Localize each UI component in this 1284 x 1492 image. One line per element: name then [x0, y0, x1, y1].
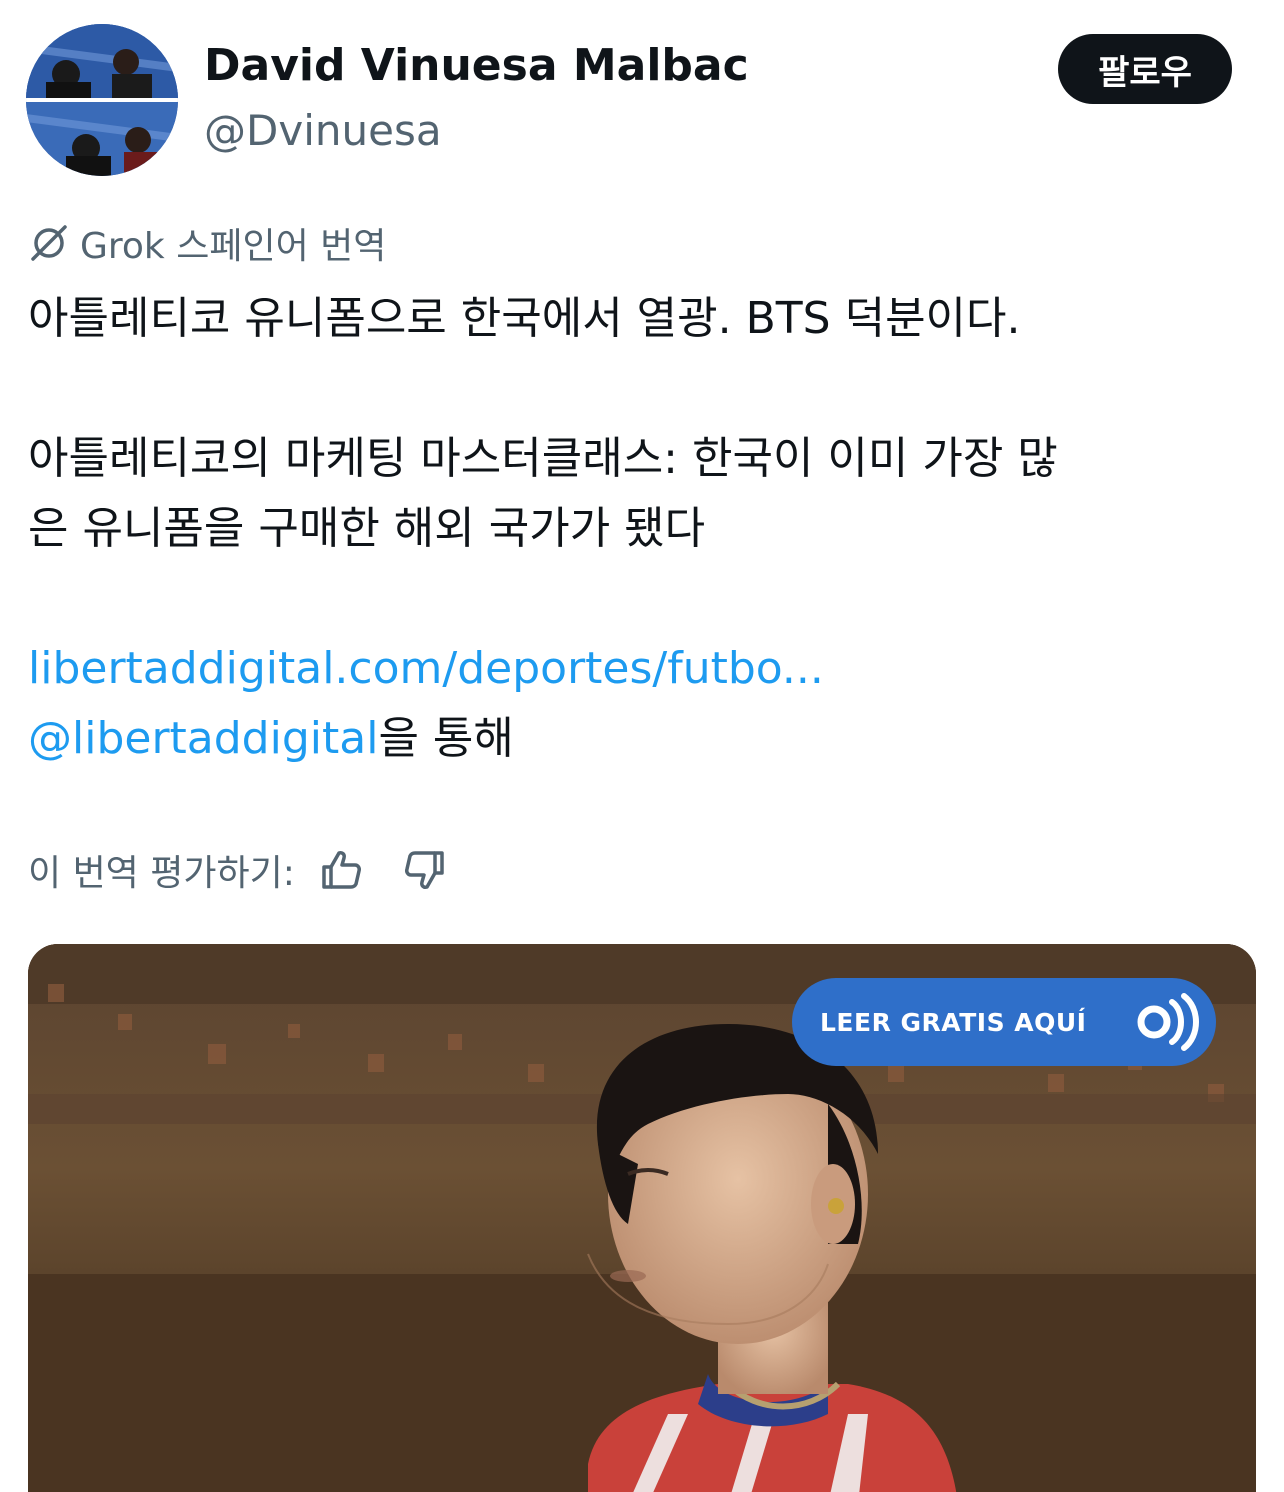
thumbs-down-icon	[404, 851, 444, 889]
read-free-badge[interactable]: LEER GRATIS AQUÍ	[792, 978, 1216, 1066]
article-card-image[interactable]: LEER GRATIS AQUÍ	[28, 944, 1256, 1492]
follow-button[interactable]: 팔로우	[1058, 34, 1232, 104]
tweet-paragraph-2: 아틀레티코의 마케팅 마스터클래스: 한국이 이미 가장 많 은 유니폼을 구매…	[28, 424, 1260, 564]
tweet-paragraph-3: libertaddigital.com/deportes/futbo... @l…	[28, 634, 1260, 774]
sound-waves-icon	[1137, 993, 1199, 1051]
author-display-name[interactable]: David Vinuesa Malbac	[204, 40, 749, 91]
thumbs-down-button[interactable]	[401, 846, 449, 894]
tweet-header: David Vinuesa Malbac @Dvinuesa 팔로우	[0, 0, 1284, 190]
mention-link[interactable]: @libertaddigital	[28, 713, 378, 764]
thumbs-up-icon	[322, 851, 361, 889]
tweet-paragraph-2-line-1: 아틀레티코의 마케팅 마스터클래스: 한국이 이미 가장 많	[28, 433, 1058, 484]
avatar-image	[26, 24, 178, 176]
tweet-text: 아틀레티코 유니폼으로 한국에서 열광. BTS 덕분이다. 아틀레티코의 마케…	[28, 284, 1260, 774]
rate-translation-label: 이 번역 평가하기:	[28, 853, 295, 894]
author-handle[interactable]: @Dvinuesa	[204, 106, 442, 155]
via-suffix: 을 통해	[378, 713, 514, 764]
translation-label-row[interactable]: Grok 스페인어 번역	[28, 218, 386, 268]
grok-icon	[31, 225, 67, 261]
article-link[interactable]: libertaddigital.com/deportes/futbo...	[28, 634, 1260, 704]
avatar[interactable]	[26, 24, 178, 176]
tweet-paragraph-1: 아틀레티코 유니폼으로 한국에서 열광. BTS 덕분이다.	[28, 293, 1021, 344]
thumbs-up-button[interactable]	[317, 846, 365, 894]
rate-translation-row: 이 번역 평가하기:	[28, 840, 449, 900]
tweet-paragraph-2-line-2: 은 유니폼을 구매한 해외 국가가 됐다	[28, 503, 706, 554]
via-line: @libertaddigital을 통해	[28, 713, 514, 764]
translation-label: Grok 스페인어 번역	[80, 226, 387, 267]
read-free-label: LEER GRATIS AQUÍ	[820, 1007, 1087, 1037]
